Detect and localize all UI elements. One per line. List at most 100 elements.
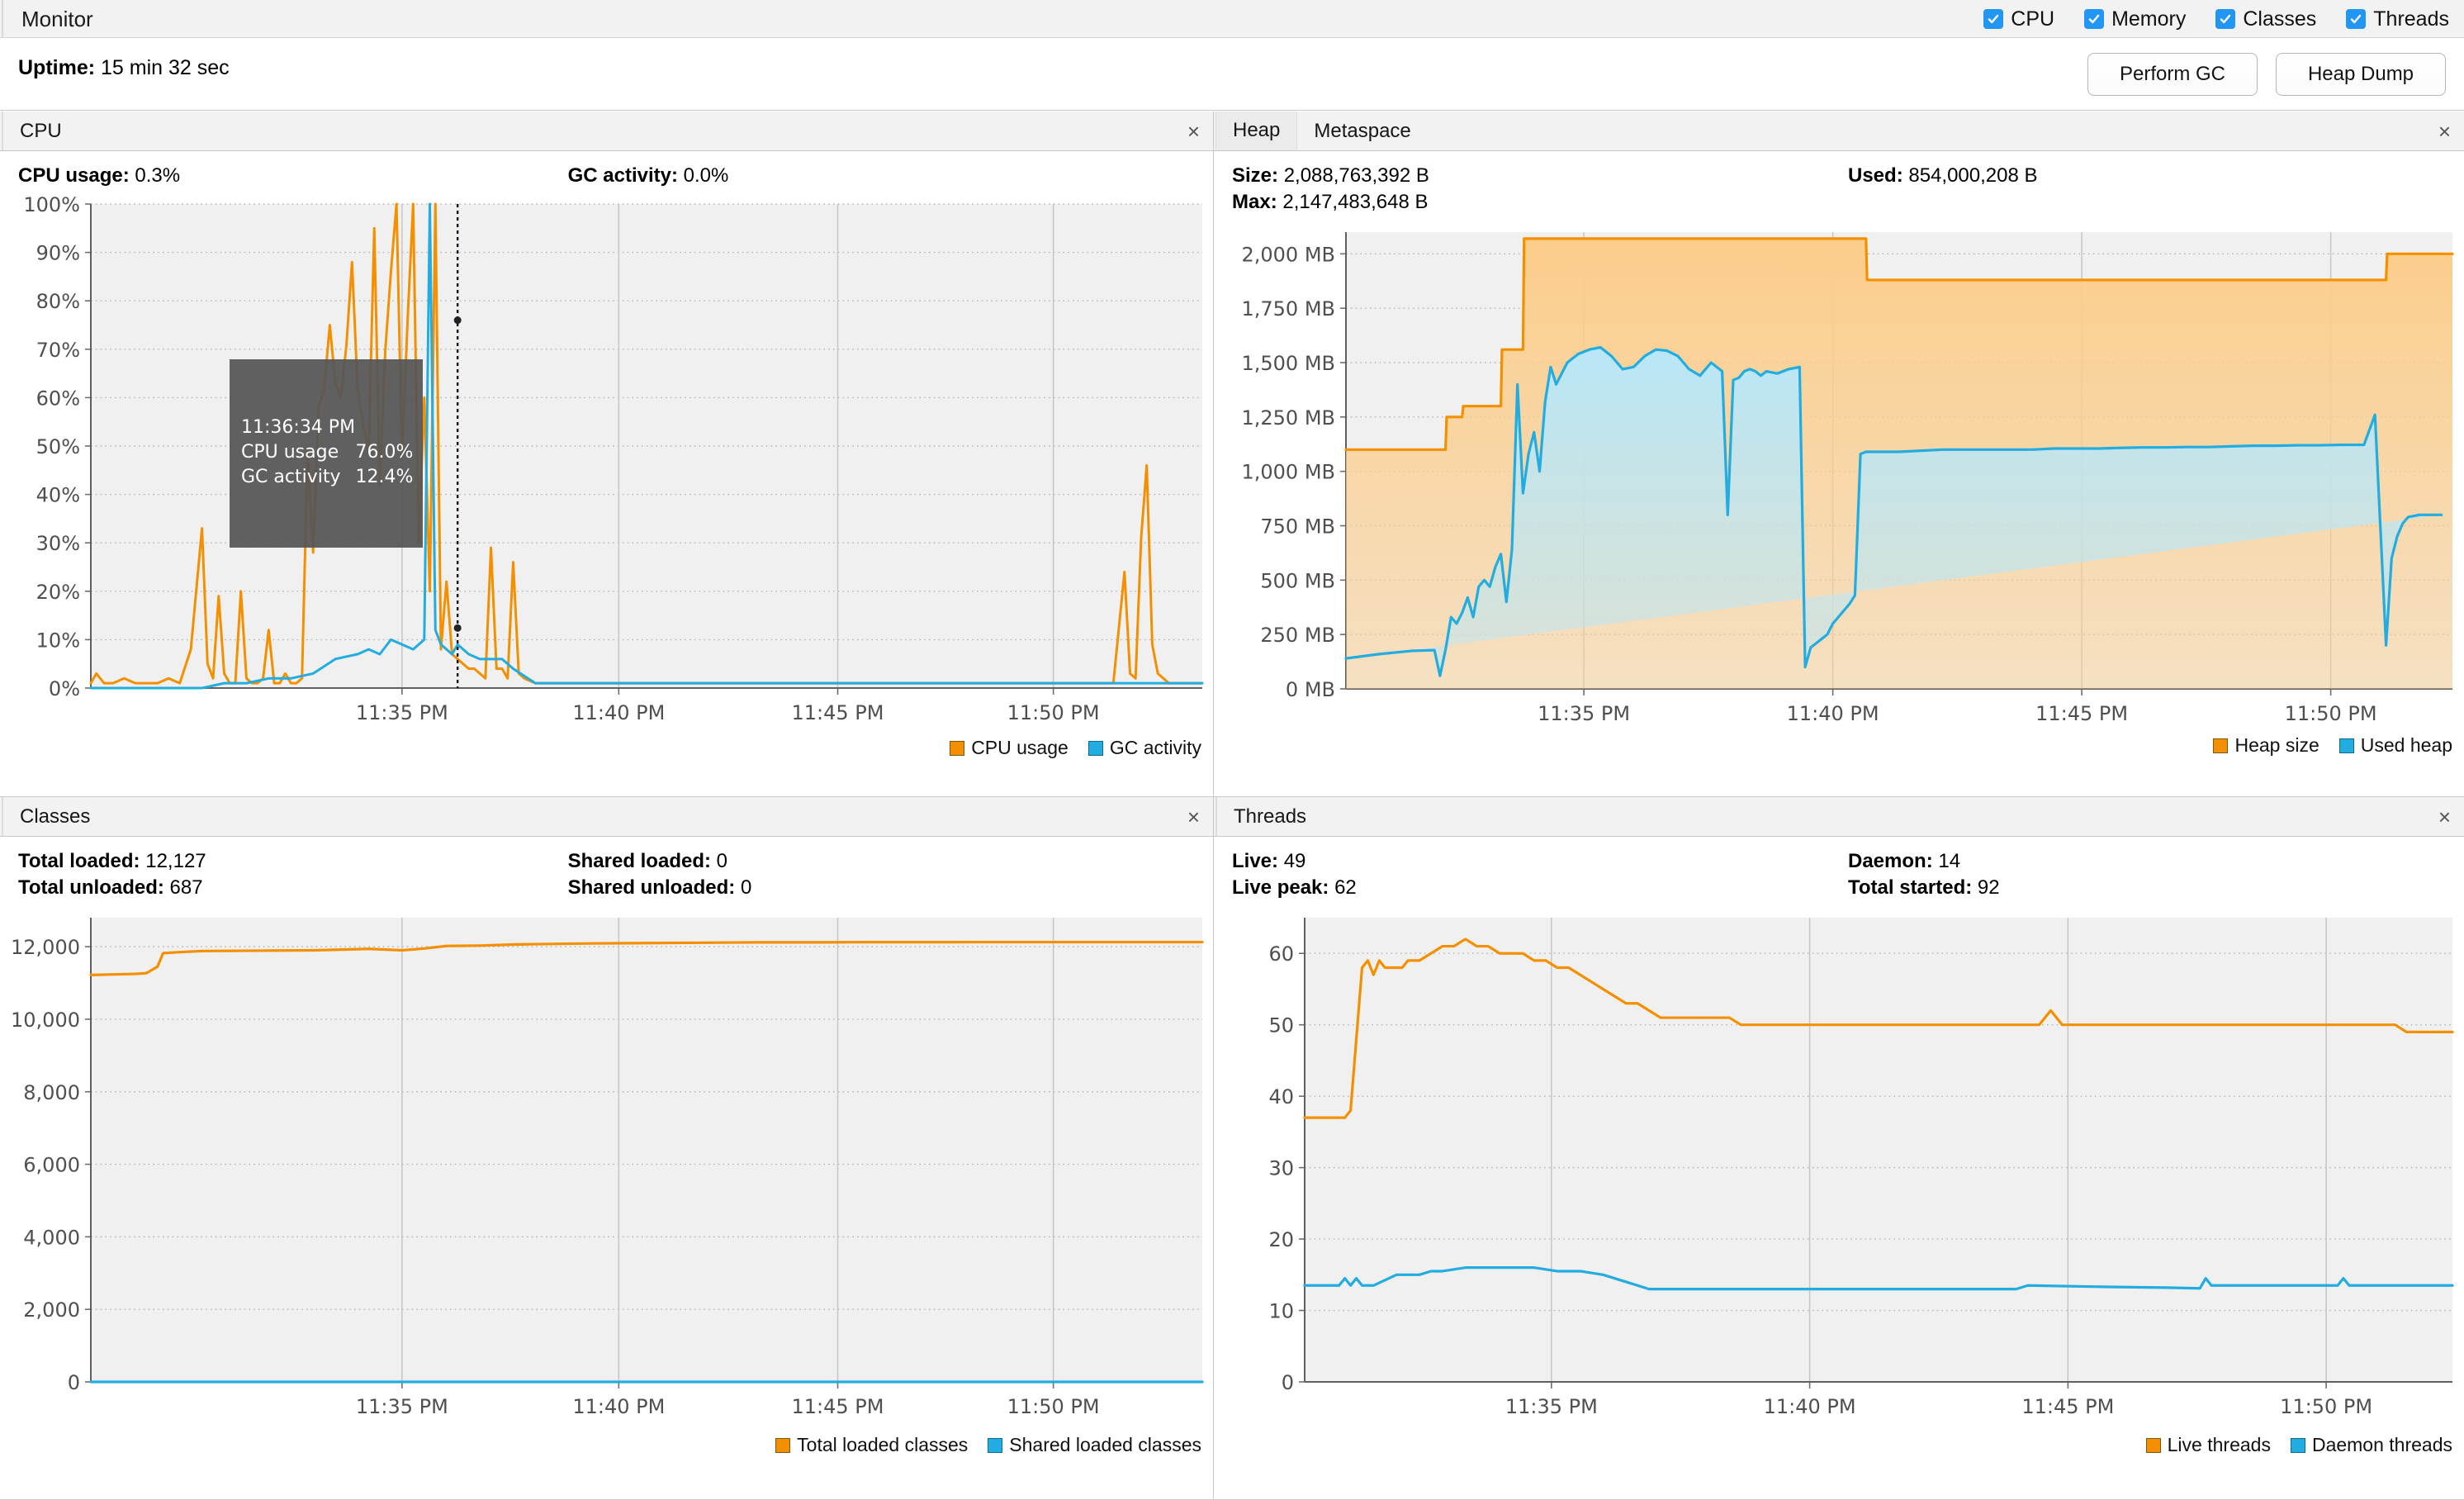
checkbox-threads[interactable]: Threads <box>2346 7 2449 31</box>
threads-panel-header: Threads × <box>1214 797 2464 837</box>
heap-max-value: 2,147,483,648 B <box>1282 191 1429 213</box>
legend-item-daemon-threads[interactable]: Daemon threads <box>2290 1434 2452 1456</box>
total-unloaded-value: 687 <box>169 876 203 899</box>
svg-text:20%: 20% <box>36 581 80 604</box>
legend-label-daemon-threads: Daemon threads <box>2311 1434 2452 1455</box>
heap-dump-button[interactable]: Heap Dump <box>2276 53 2446 96</box>
total-loaded-value: 12,127 <box>145 850 206 872</box>
legend-item-heap-size[interactable]: Heap size <box>2213 734 2319 757</box>
svg-text:10: 10 <box>1268 1300 1294 1323</box>
heap-max-label: Max: <box>1232 191 1277 213</box>
classes-stats: Total loaded: 12,127 Shared loaded: 0 To… <box>0 837 1213 906</box>
cpu-chart[interactable]: 0% 10% 20% 30% 40% 50% 60% 70% 80% 90% 100% 11:35 P… <box>0 194 1213 764</box>
svg-text:50%: 50% <box>36 435 80 458</box>
tab-metaspace[interactable]: Metaspace <box>1297 112 1428 150</box>
gc-activity-stat: GC activity: 0.0% <box>568 163 729 189</box>
uptime-toolbar: Uptime: 15 min 32 sec Perform GC Heap Du… <box>0 38 2464 111</box>
legend-swatch-orange <box>775 1437 791 1453</box>
svg-text:11:35 PM: 11:35 PM <box>1505 1395 1598 1418</box>
heap-chart-legend: Heap size Used heap <box>2213 734 2452 757</box>
heap-size-value: 2,088,763,392 B <box>1283 164 1429 187</box>
total-started-stat: Total started: 92 <box>1848 875 2000 901</box>
checkbox-cpu[interactable]: CPU <box>1983 7 2054 31</box>
svg-text:40: 40 <box>1268 1085 1294 1108</box>
classes-chart[interactable]: 0 2,000 4,000 6,000 8,000 10,000 12,000 11:35 P… <box>0 906 1213 1461</box>
total-unloaded-label: Total unloaded: <box>18 876 164 899</box>
live-peak-label: Live peak: <box>1232 876 1329 899</box>
classes-panel-title: Classes <box>2 797 107 836</box>
svg-text:11:50 PM: 11:50 PM <box>1007 701 1100 724</box>
legend-swatch-blue <box>1087 740 1103 756</box>
svg-text:11:45 PM: 11:45 PM <box>792 1395 884 1418</box>
svg-text:11:35 PM: 11:35 PM <box>356 1395 448 1418</box>
svg-text:100%: 100% <box>23 194 80 216</box>
svg-text:11:40 PM: 11:40 PM <box>1787 702 1879 725</box>
uptime-display: Uptime: 15 min 32 sec <box>18 56 230 80</box>
svg-text:0: 0 <box>1282 1371 1294 1394</box>
cpu-stats-row: CPU usage: 0.3% GC activity: 0.0% <box>18 163 1213 189</box>
svg-text:0%: 0% <box>49 677 80 700</box>
checkbox-memory[interactable]: Memory <box>2084 7 2186 31</box>
legend-item-gc-activity[interactable]: GC activity <box>1087 737 1201 759</box>
svg-text:2,000: 2,000 <box>23 1298 80 1322</box>
close-icon[interactable]: × <box>1187 112 1200 151</box>
tab-heap[interactable]: Heap <box>1215 112 1298 150</box>
threads-stats-row-live: Live: 49 Daemon: 14 <box>1232 848 2464 875</box>
legend-item-live-threads[interactable]: Live threads <box>2145 1434 2271 1456</box>
cpu-panel-header: CPU × <box>0 112 1213 151</box>
svg-text:70%: 70% <box>36 339 80 362</box>
close-icon[interactable]: × <box>1187 797 1200 837</box>
legend-item-total-loaded[interactable]: Total loaded classes <box>775 1434 968 1456</box>
heap-stats-row-size: Size: 2,088,763,392 B Used: 854,000,208 … <box>1232 163 2464 189</box>
legend-swatch-blue <box>2338 738 2354 753</box>
threads-chart-legend: Live threads Daemon threads <box>2145 1434 2452 1456</box>
legend-swatch-orange <box>2213 738 2229 753</box>
legend-item-cpu-usage[interactable]: CPU usage <box>950 737 1069 759</box>
svg-text:11:40 PM: 11:40 PM <box>1764 1395 1856 1418</box>
shared-loaded-stat: Shared loaded: 0 <box>568 848 727 875</box>
shared-loaded-label: Shared loaded: <box>567 850 711 872</box>
daemon-stat: Daemon: 14 <box>1848 848 1960 875</box>
threads-chart[interactable]: 0 10 20 30 40 50 60 11:35 PM 11:40 PM 11:45 PM 11:… <box>1214 906 2464 1461</box>
heap-used-label: Used: <box>1848 164 1903 187</box>
heap-used-stat: Used: 854,000,208 B <box>1848 163 2038 189</box>
svg-text:1,000 MB: 1,000 MB <box>1241 461 1335 484</box>
legend-item-shared-loaded[interactable]: Shared loaded classes <box>988 1434 1201 1456</box>
svg-text:11:40 PM: 11:40 PM <box>572 701 665 724</box>
shared-loaded-value: 0 <box>716 850 728 872</box>
svg-text:11:50 PM: 11:50 PM <box>2280 1395 2372 1418</box>
cpu-usage-label: CPU usage: <box>18 164 130 187</box>
svg-text:1,500 MB: 1,500 MB <box>1241 352 1335 375</box>
heap-chart[interactable]: 0 MB 250 MB 500 MB 750 MB 1,000 MB 1,250 MB 1,… <box>1214 221 2464 762</box>
gc-activity-value: 0.0% <box>683 164 729 187</box>
classes-panel: Classes × Total loaded: 12,127 Shared lo… <box>0 797 1214 1500</box>
svg-text:0: 0 <box>68 1371 80 1394</box>
svg-text:90%: 90% <box>36 242 80 265</box>
perform-gc-button[interactable]: Perform GC <box>2087 53 2258 96</box>
svg-text:50: 50 <box>1268 1014 1294 1037</box>
live-peak-value: 62 <box>1334 876 1357 899</box>
legend-swatch-orange <box>2145 1437 2161 1453</box>
close-icon[interactable]: × <box>2438 797 2451 837</box>
cpu-panel: CPU × CPU usage: 0.3% GC activity: 0.0% … <box>0 112 1214 797</box>
view-toggles: CPU Memory Classes Threads <box>1983 0 2449 38</box>
legend-swatch-orange <box>950 740 965 756</box>
cpu-stats: CPU usage: 0.3% GC activity: 0.0% <box>0 151 1213 194</box>
cpu-panel-title: CPU <box>2 112 78 150</box>
checkbox-memory-label: Memory <box>2111 7 2187 31</box>
legend-label-shared-loaded: Shared loaded classes <box>1009 1434 1201 1455</box>
svg-text:12,000: 12,000 <box>11 936 80 959</box>
legend-swatch-blue <box>988 1437 1003 1453</box>
threads-stats: Live: 49 Daemon: 14 Live peak: 62 Total … <box>1214 837 2464 906</box>
close-icon[interactable]: × <box>2438 112 2451 151</box>
checkbox-classes-label: Classes <box>2243 7 2317 31</box>
legend-item-used-heap[interactable]: Used heap <box>2338 734 2452 757</box>
window-title: Monitor <box>2 0 93 38</box>
checkbox-classes[interactable]: Classes <box>2215 7 2316 31</box>
legend-label-total-loaded: Total loaded classes <box>797 1434 969 1455</box>
classes-stats-row-loaded: Total loaded: 12,127 Shared loaded: 0 <box>18 848 1213 875</box>
action-buttons: Perform GC Heap Dump <box>2087 53 2446 96</box>
check-icon <box>2346 9 2367 29</box>
check-icon <box>2215 9 2236 29</box>
svg-text:11:50 PM: 11:50 PM <box>2285 702 2377 725</box>
